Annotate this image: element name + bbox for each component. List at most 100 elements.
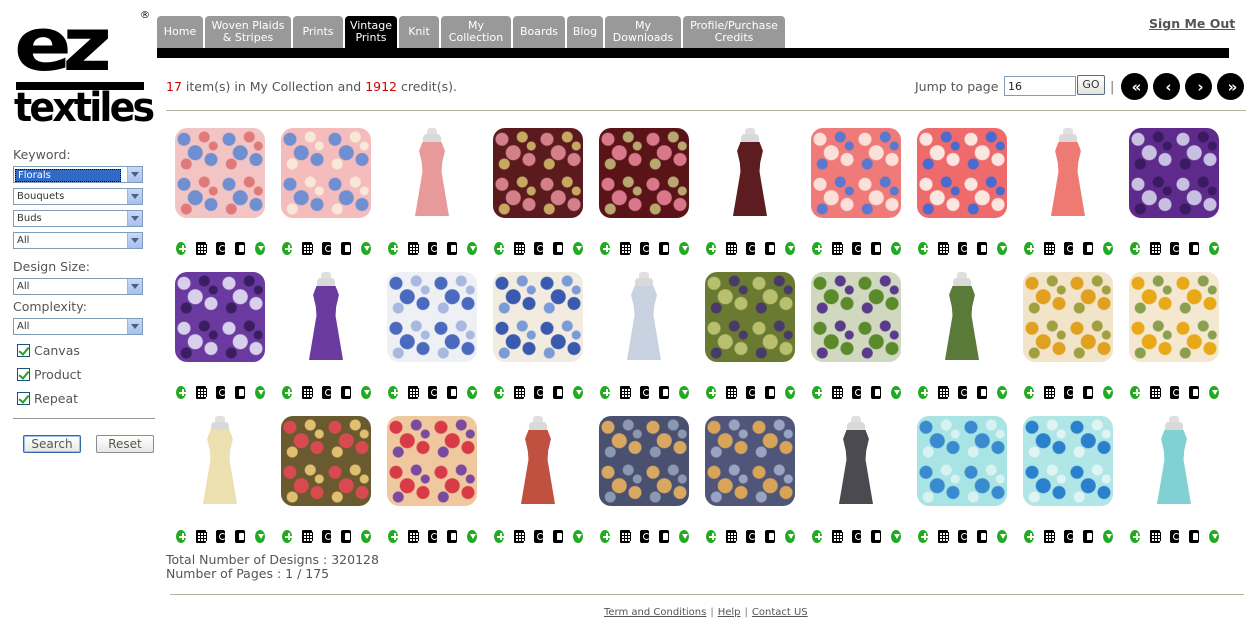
cycle-icon[interactable]: [427, 242, 438, 255]
cycle-icon[interactable]: [427, 530, 438, 543]
cycle-icon[interactable]: [745, 530, 756, 543]
swatch-thumbnail[interactable]: [1129, 128, 1219, 218]
shirt-icon[interactable]: [553, 386, 564, 399]
grid-icon[interactable]: [1149, 386, 1161, 399]
shirt-icon[interactable]: [341, 530, 352, 543]
design-swatch[interactable]: [175, 272, 265, 362]
swatch-thumbnail[interactable]: [811, 272, 901, 362]
design-swatch[interactable]: [705, 272, 795, 362]
grid-icon[interactable]: [407, 386, 419, 399]
add-icon[interactable]: [918, 386, 928, 399]
add-icon[interactable]: [706, 242, 716, 255]
download-icon[interactable]: [361, 530, 371, 543]
cycle-icon[interactable]: [851, 242, 862, 255]
dress-mannequin-image[interactable]: [705, 128, 795, 218]
design-swatch[interactable]: [1023, 272, 1113, 362]
grid-icon[interactable]: [937, 242, 949, 255]
tab-boards[interactable]: Boards: [513, 16, 565, 48]
keyword-select-1[interactable]: Florals: [13, 166, 143, 183]
download-icon[interactable]: [1103, 242, 1113, 255]
download-icon[interactable]: [997, 242, 1007, 255]
cycle-icon[interactable]: [745, 386, 756, 399]
download-icon[interactable]: [1209, 386, 1219, 399]
design-swatch[interactable]: [281, 128, 371, 218]
download-icon[interactable]: [361, 242, 371, 255]
grid-icon[interactable]: [725, 386, 737, 399]
cycle-icon[interactable]: [957, 386, 968, 399]
checkbox-checked-icon[interactable]: [17, 343, 30, 357]
add-icon[interactable]: [1130, 530, 1140, 543]
grid-icon[interactable]: [301, 386, 313, 399]
download-icon[interactable]: [997, 386, 1007, 399]
shirt-icon[interactable]: [1083, 530, 1094, 543]
grid-icon[interactable]: [831, 242, 843, 255]
swatch-thumbnail[interactable]: [493, 128, 583, 218]
add-icon[interactable]: [812, 242, 822, 255]
swatch-thumbnail[interactable]: [387, 416, 477, 506]
chevron-down-icon[interactable]: [127, 189, 142, 204]
cycle-icon[interactable]: [1169, 530, 1180, 543]
download-icon[interactable]: [255, 386, 265, 399]
download-icon[interactable]: [467, 242, 477, 255]
cycle-icon[interactable]: [533, 242, 544, 255]
go-button[interactable]: GO: [1077, 75, 1105, 95]
shirt-icon[interactable]: [871, 242, 882, 255]
add-icon[interactable]: [812, 386, 822, 399]
add-icon[interactable]: [388, 530, 398, 543]
download-icon[interactable]: [1103, 386, 1113, 399]
add-icon[interactable]: [918, 530, 928, 543]
grid-icon[interactable]: [513, 242, 525, 255]
grid-icon[interactable]: [1149, 242, 1161, 255]
grid-icon[interactable]: [1149, 530, 1161, 543]
swatch-thumbnail[interactable]: [1129, 272, 1219, 362]
previous-page-icon[interactable]: ‹: [1153, 73, 1180, 100]
download-icon[interactable]: [573, 530, 583, 543]
cycle-icon[interactable]: [321, 242, 332, 255]
add-icon[interactable]: [494, 242, 504, 255]
download-icon[interactable]: [891, 386, 901, 399]
cycle-icon[interactable]: [957, 242, 968, 255]
grid-icon[interactable]: [301, 530, 313, 543]
shirt-icon[interactable]: [235, 242, 246, 255]
grid-icon[interactable]: [195, 386, 207, 399]
add-icon[interactable]: [388, 242, 398, 255]
shirt-icon[interactable]: [1189, 242, 1200, 255]
page-number-input[interactable]: 16: [1004, 76, 1076, 96]
tab-woven-plaids-stripes[interactable]: Woven Plaids & Stripes: [205, 16, 291, 48]
grid-icon[interactable]: [937, 386, 949, 399]
design-swatch[interactable]: [811, 128, 901, 218]
cycle-icon[interactable]: [1063, 242, 1074, 255]
swatch-thumbnail[interactable]: [705, 272, 795, 362]
tab-knit[interactable]: Knit: [399, 16, 439, 48]
dress-preview[interactable]: [175, 416, 265, 506]
shirt-icon[interactable]: [235, 386, 246, 399]
cycle-icon[interactable]: [533, 530, 544, 543]
add-icon[interactable]: [918, 242, 928, 255]
repeat-checkbox[interactable]: Repeat: [17, 390, 78, 406]
add-icon[interactable]: [176, 530, 186, 543]
cycle-icon[interactable]: [1063, 530, 1074, 543]
design-swatch[interactable]: [917, 128, 1007, 218]
dress-mannequin-image[interactable]: [1129, 416, 1219, 506]
shirt-icon[interactable]: [977, 530, 988, 543]
tab-my-collection[interactable]: My Collection: [441, 16, 511, 48]
dress-preview[interactable]: [705, 128, 795, 218]
sign-out-link[interactable]: Sign Me Out: [1149, 16, 1235, 31]
add-icon[interactable]: [600, 242, 610, 255]
shirt-icon[interactable]: [1189, 386, 1200, 399]
shirt-icon[interactable]: [659, 242, 670, 255]
shirt-icon[interactable]: [235, 530, 246, 543]
download-icon[interactable]: [467, 386, 477, 399]
swatch-thumbnail[interactable]: [1023, 416, 1113, 506]
swatch-thumbnail[interactable]: [281, 416, 371, 506]
add-icon[interactable]: [282, 386, 292, 399]
add-icon[interactable]: [494, 386, 504, 399]
shirt-icon[interactable]: [871, 530, 882, 543]
next-page-icon[interactable]: ›: [1185, 73, 1212, 100]
design-swatch[interactable]: [387, 416, 477, 506]
tab-my-downloads[interactable]: My Downloads: [605, 16, 681, 48]
cycle-icon[interactable]: [321, 386, 332, 399]
tab-home[interactable]: Home: [157, 16, 203, 48]
dress-preview[interactable]: [811, 416, 901, 506]
dress-mannequin-image[interactable]: [917, 272, 1007, 362]
